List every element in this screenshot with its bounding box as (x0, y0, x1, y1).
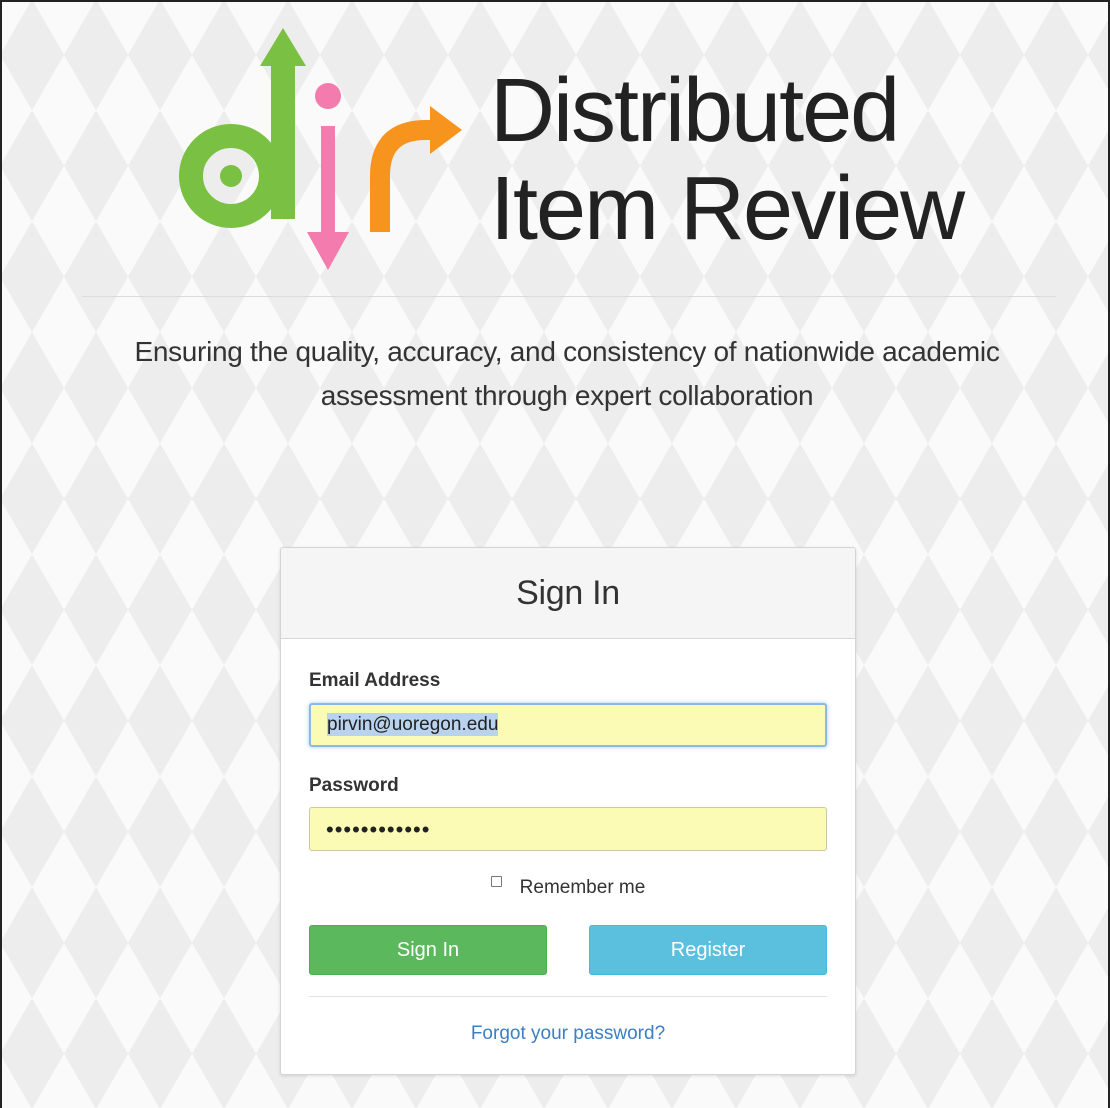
password-label: Password (309, 775, 399, 796)
tagline-line2: assessment through expert collaboration (320, 380, 814, 411)
register-button[interactable]: Register (589, 925, 827, 975)
register-button-label: Register (670, 938, 746, 961)
signin-panel: Sign In Email Address pirvin@uoregon.edu… (280, 547, 856, 1075)
dir-logo (179, 28, 462, 270)
forgot-password-link[interactable]: Forgot your password? (281, 1023, 855, 1045)
app-title-line2: Item Review (490, 159, 965, 259)
tagline: Ensuring the quality, accuracy, and cons… (40, 330, 1094, 418)
email-field[interactable]: pirvin@uoregon.edu (309, 703, 827, 747)
logo-i-glyph (307, 83, 349, 270)
app-title-line1: Distributed (490, 61, 900, 161)
signin-button[interactable]: Sign In (309, 925, 547, 975)
email-value: pirvin@uoregon.edu (327, 713, 499, 736)
app-title: Distributed Item Review (490, 61, 965, 259)
email-label: Email Address (309, 670, 441, 691)
signin-title: Sign In (516, 573, 620, 612)
signin-panel-heading: Sign In (281, 548, 855, 639)
remember-me-row: Remember me (281, 876, 855, 899)
password-value: •••••••••••• (326, 817, 431, 842)
logo-d-glyph (179, 28, 306, 228)
remember-me-checkbox[interactable] (490, 876, 502, 887)
password-field[interactable]: •••••••••••• (309, 807, 827, 851)
tagline-line1: Ensuring the quality, accuracy, and cons… (134, 336, 1000, 367)
panel-divider (309, 996, 827, 997)
signin-button-label: Sign In (396, 938, 460, 961)
remember-me-label[interactable]: Remember me (520, 877, 646, 898)
logo-r-glyph (370, 106, 462, 232)
header-divider (82, 296, 1056, 297)
